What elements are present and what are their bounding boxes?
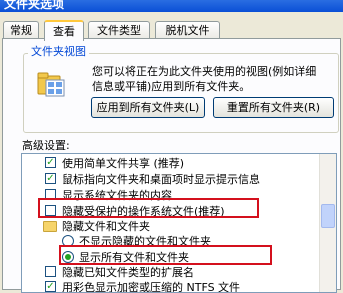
list-item-label: 隐藏文件和文件夹	[62, 220, 150, 233]
list-item-label: 鼠标指向文件夹和桌面项时显示提示信息	[62, 173, 260, 186]
advanced-settings-label: 高级设置:	[22, 139, 70, 152]
folder-view-description-line1: 您可以将正在为此文件夹使用的视图(例如详细	[92, 65, 317, 78]
reset-all-folders-button[interactable]: 重置所有文件夹(R)	[213, 97, 334, 118]
tab-general[interactable]: 常规	[3, 21, 39, 38]
folder-view-group-label: 文件夹视图	[28, 45, 89, 59]
advanced-settings-list[interactable]: ✓ 使用简单文件共享 (推荐) ✓ 鼠标指向文件夹和桌面项时显示提示信息 显示系…	[21, 153, 337, 293]
window-title: 文件夹选项	[0, 0, 343, 12]
tab-offline-files[interactable]: 脱机文件	[155, 21, 220, 38]
checkbox-checked-icon[interactable]: ✓	[45, 173, 56, 184]
tab-view[interactable]: 查看	[44, 20, 84, 41]
list-item-label: 使用简单文件共享 (推荐)	[62, 157, 185, 170]
checkbox-checked-icon[interactable]: ✓	[45, 281, 56, 292]
checkbox-unchecked-icon[interactable]	[45, 266, 56, 277]
vertical-scrollbar[interactable]	[319, 154, 336, 292]
annotation-highlight-protected-files	[38, 198, 259, 218]
scrollbar-thumb[interactable]	[321, 204, 335, 228]
list-item-label: 用彩色显示加密或压缩的 NTFS 文件	[62, 281, 241, 293]
folder-view-icon	[36, 68, 68, 100]
folder-icon	[43, 221, 57, 232]
list-item-label: 隐藏已知文件类型的扩展名	[62, 266, 194, 279]
apply-to-all-folders-button[interactable]: 应用到所有文件夹(L)	[91, 97, 205, 118]
folder-view-description: 您可以将正在为此文件夹使用的视图(例如详细 信息或平铺)应用到所有文件夹。	[92, 64, 338, 94]
annotation-highlight-show-all-files	[59, 245, 272, 265]
folder-view-description-line2: 信息或平铺)应用到所有文件夹。	[92, 80, 251, 93]
tab-file-types[interactable]: 文件类型	[88, 21, 150, 38]
checkbox-checked-icon[interactable]: ✓	[45, 157, 56, 168]
